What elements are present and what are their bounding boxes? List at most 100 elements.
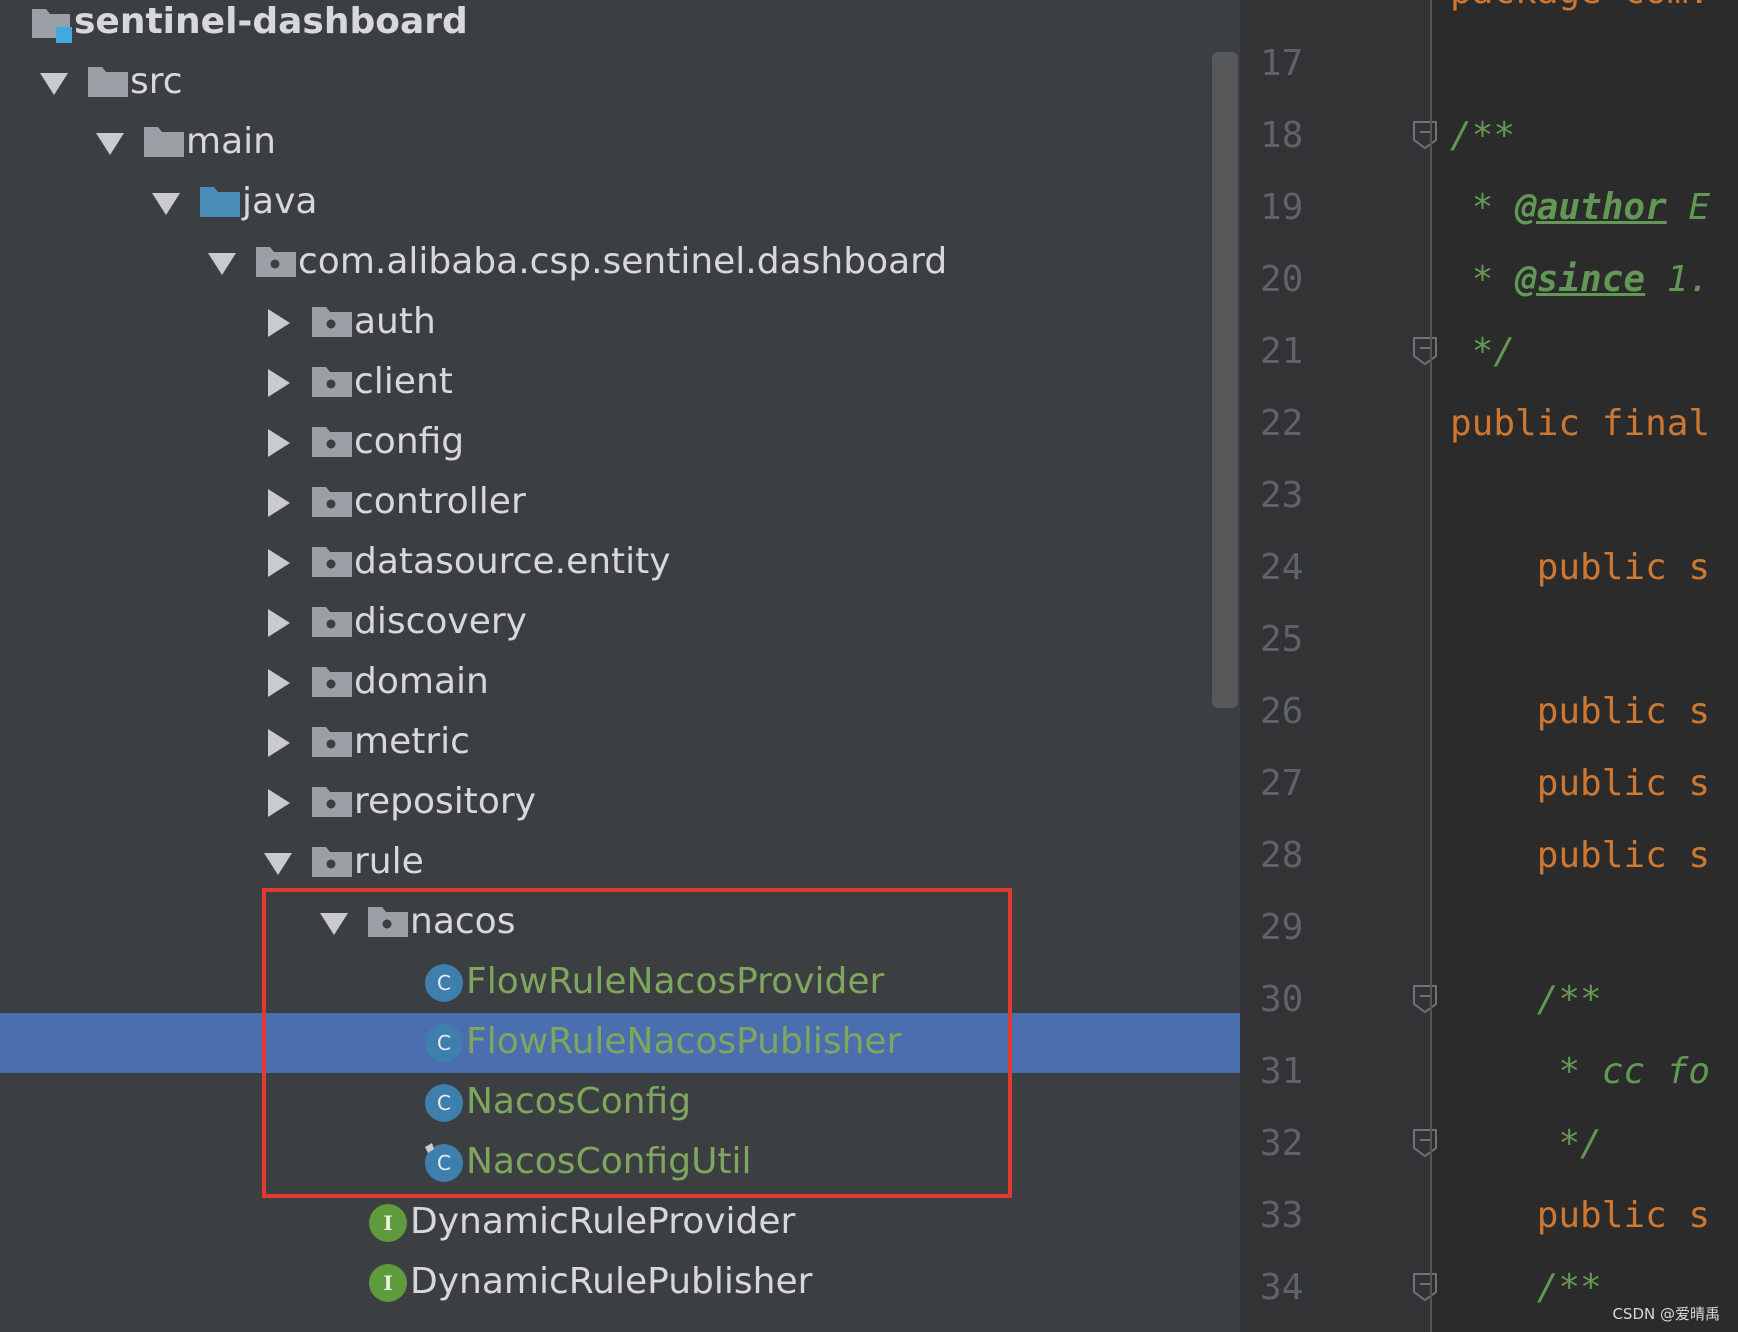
code-token: public s [1450, 547, 1711, 588]
package-icon [310, 485, 352, 519]
tree-item-nacosconfigutil[interactable]: C NacosConfigUtil [0, 1133, 1240, 1193]
expand-arrow-right-icon[interactable] [268, 429, 290, 457]
code-token: */ [1450, 331, 1516, 372]
tree-item-src[interactable]: src [0, 53, 1240, 113]
expand-arrow-down-icon[interactable] [264, 853, 292, 875]
tree-item-label: DynamicRulePublisher [410, 1261, 813, 1302]
line-number: 23 [1260, 475, 1304, 516]
line-number: 29 [1260, 907, 1304, 948]
source-folder-icon [198, 185, 240, 219]
package-icon [310, 845, 352, 879]
tree-item-label: auth [354, 301, 436, 342]
tree-item-discovery[interactable]: discovery [0, 593, 1240, 653]
tree-item-config[interactable]: config [0, 413, 1240, 473]
fold-toggle-icon[interactable] [1412, 1128, 1438, 1158]
code-line-partial: package com. [1450, 0, 1710, 14]
tree-item-java[interactable]: java [0, 173, 1240, 233]
interface-icon: I [366, 1201, 407, 1242]
tree-item-client[interactable]: client [0, 353, 1240, 413]
svg-text:I: I [383, 1271, 392, 1295]
tree-item-nacosconfig[interactable]: C NacosConfig [0, 1073, 1240, 1133]
fold-toggle-icon[interactable] [1412, 120, 1438, 150]
code-line: public final [1450, 402, 1710, 446]
tree-item-nacos[interactable]: nacos [0, 893, 1240, 953]
expand-arrow-down-icon[interactable] [320, 913, 348, 935]
tree-item-repository[interactable]: repository [0, 773, 1240, 833]
tree-item-sentinel-dashboard[interactable]: sentinel-dashboard [0, 0, 1240, 53]
expand-arrow-right-icon[interactable] [268, 609, 290, 637]
tree-item-label: nacos [410, 901, 516, 942]
expand-arrow-right-icon[interactable] [268, 549, 290, 577]
code-line: * cc fo [1450, 1050, 1710, 1094]
code-line: /** [1450, 978, 1602, 1022]
svg-text:C: C [437, 971, 451, 995]
svg-text:C: C [437, 1151, 451, 1175]
line-number: 34 [1260, 1267, 1304, 1308]
class-icon: C [422, 1021, 463, 1062]
tree-item-label: java [242, 181, 318, 222]
code-line: */ [1450, 330, 1515, 374]
tree-item-label: src [130, 61, 183, 102]
expand-arrow-down-icon[interactable] [152, 193, 180, 215]
tree-item-main[interactable]: main [0, 113, 1240, 173]
interface-icon: I [366, 1261, 407, 1302]
expand-arrow-right-icon[interactable] [268, 729, 290, 757]
tree-item-auth[interactable]: auth [0, 293, 1240, 353]
tree-item-datasource-entity[interactable]: datasource.entity [0, 533, 1240, 593]
expand-arrow-right-icon[interactable] [268, 489, 290, 517]
expand-arrow-right-icon[interactable] [268, 369, 290, 397]
code-token: /** [1450, 115, 1516, 156]
expand-arrow-down-icon[interactable] [40, 73, 68, 95]
line-number: 24 [1260, 547, 1304, 588]
tree-item-label: rule [354, 841, 424, 882]
line-number: 21 [1260, 331, 1304, 372]
tree-item-flowrulenacosprovider[interactable]: C FlowRuleNacosProvider [0, 953, 1240, 1013]
expand-arrow-right-icon[interactable] [268, 309, 290, 337]
line-number: 17 [1260, 43, 1304, 84]
module-folder-icon [30, 5, 72, 43]
code-token: public s [1450, 691, 1711, 732]
line-number: 27 [1260, 763, 1304, 804]
tree-item-domain[interactable]: domain [0, 653, 1240, 713]
project-tree: sentinel-dashboard src main java com.alibaba… [0, 0, 1240, 1332]
expand-arrow-down-icon[interactable] [208, 253, 236, 275]
package-icon [310, 425, 352, 459]
fold-toggle-icon[interactable] [1412, 336, 1438, 366]
tree-item-label: FlowRuleNacosPublisher [466, 1021, 902, 1062]
code-line: * @since 1. [1450, 258, 1710, 302]
code-line: public s [1450, 1194, 1710, 1238]
code-token: E [1666, 187, 1711, 228]
package-icon [310, 725, 352, 759]
code-line: * @author E [1450, 186, 1710, 230]
expand-arrow-right-icon[interactable] [268, 669, 290, 697]
code-line: public s [1450, 834, 1710, 878]
code-token: 1. [1645, 259, 1711, 300]
tree-item-metric[interactable]: metric [0, 713, 1240, 773]
tree-item-dynamicrulepublisher[interactable]: I DynamicRulePublisher [0, 1253, 1240, 1313]
tree-item-dynamicruleprovider[interactable]: I DynamicRuleProvider [0, 1193, 1240, 1253]
tree-item-com-alibaba-csp-sentinel-dashboard[interactable]: com.alibaba.csp.sentinel.dashboard [0, 233, 1240, 293]
expand-arrow-right-icon[interactable] [268, 789, 290, 817]
tree-item-label: main [186, 121, 276, 162]
gutter-divider [1430, 0, 1432, 1332]
code-token: @author [1515, 187, 1667, 228]
tree-item-label: DynamicRuleProvider [410, 1201, 796, 1242]
tree-item-controller[interactable]: controller [0, 473, 1240, 533]
tree-item-rule[interactable]: rule [0, 833, 1240, 893]
code-editor[interactable]: 17 18 19 20 21 22 23 24 25 26 27 28 29 30 31 32 33 34 pac… [1240, 0, 1738, 1332]
code-line: public s [1450, 546, 1710, 590]
fold-toggle-icon[interactable] [1412, 1272, 1438, 1302]
expand-arrow-down-icon[interactable] [96, 133, 124, 155]
tree-item-label: client [354, 361, 453, 402]
fold-toggle-icon[interactable] [1412, 984, 1438, 1014]
tree-item-flowrulenacospublisher[interactable]: C FlowRuleNacosPublisher [0, 1013, 1240, 1073]
line-number: 30 [1260, 979, 1304, 1020]
tree-item-label: config [354, 421, 465, 462]
tree-item-label: NacosConfigUtil [466, 1141, 752, 1182]
final-class-icon: C [422, 1141, 463, 1182]
code-token: * [1450, 259, 1516, 300]
tree-item-label: metric [354, 721, 470, 762]
tree-scrollbar[interactable] [1212, 52, 1238, 708]
package-icon [310, 545, 352, 579]
package-icon [310, 665, 352, 699]
